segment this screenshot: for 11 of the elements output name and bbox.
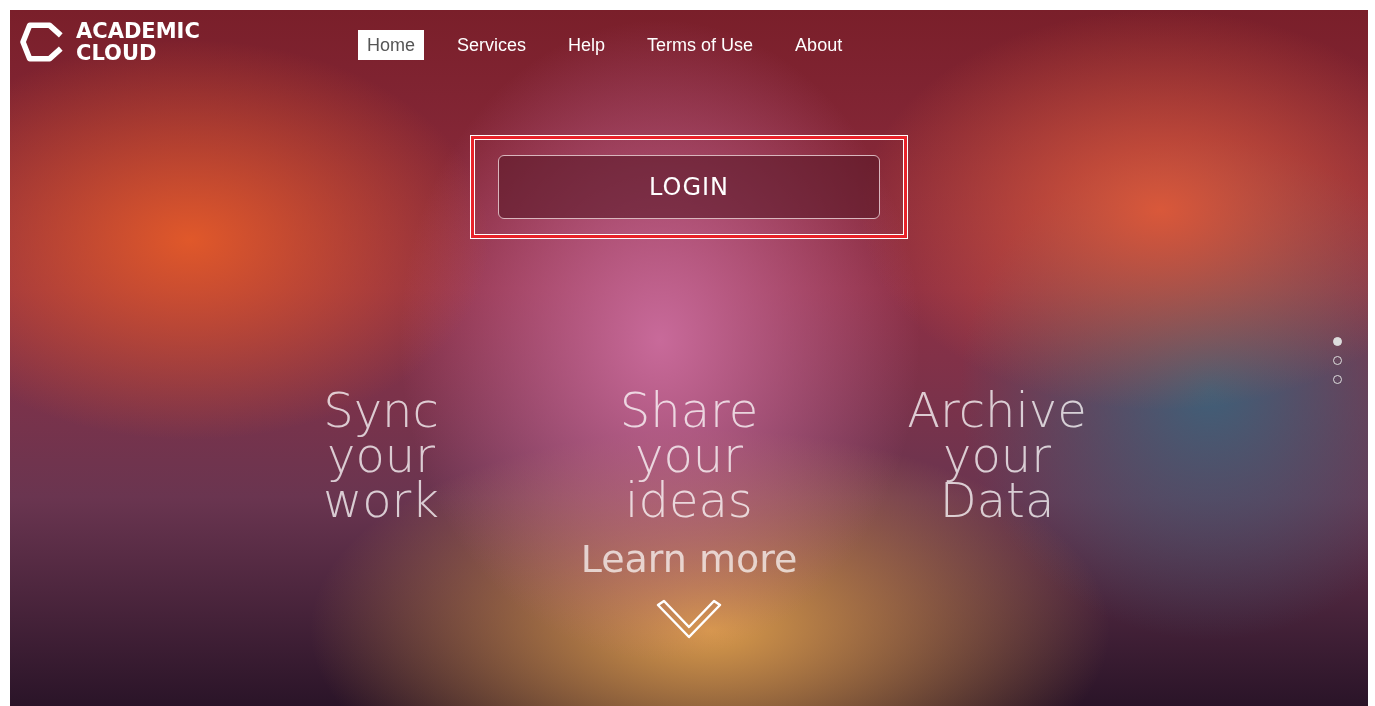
nav-link[interactable]: About (786, 30, 852, 60)
nav-link[interactable]: Help (559, 30, 615, 60)
logo-text: ACADEMIC (76, 20, 200, 42)
nav-link[interactable]: Services (448, 30, 536, 60)
nav-link[interactable]: Home (358, 30, 424, 60)
slide-dot[interactable] (1333, 337, 1342, 346)
feature-text: Archive (907, 388, 1087, 433)
login-button[interactable]: LOGIN (498, 155, 880, 219)
nav-link[interactable]: Terms of Use (638, 30, 763, 60)
logo-text: CLOUD (76, 42, 158, 64)
feature-text: Share (619, 388, 759, 433)
